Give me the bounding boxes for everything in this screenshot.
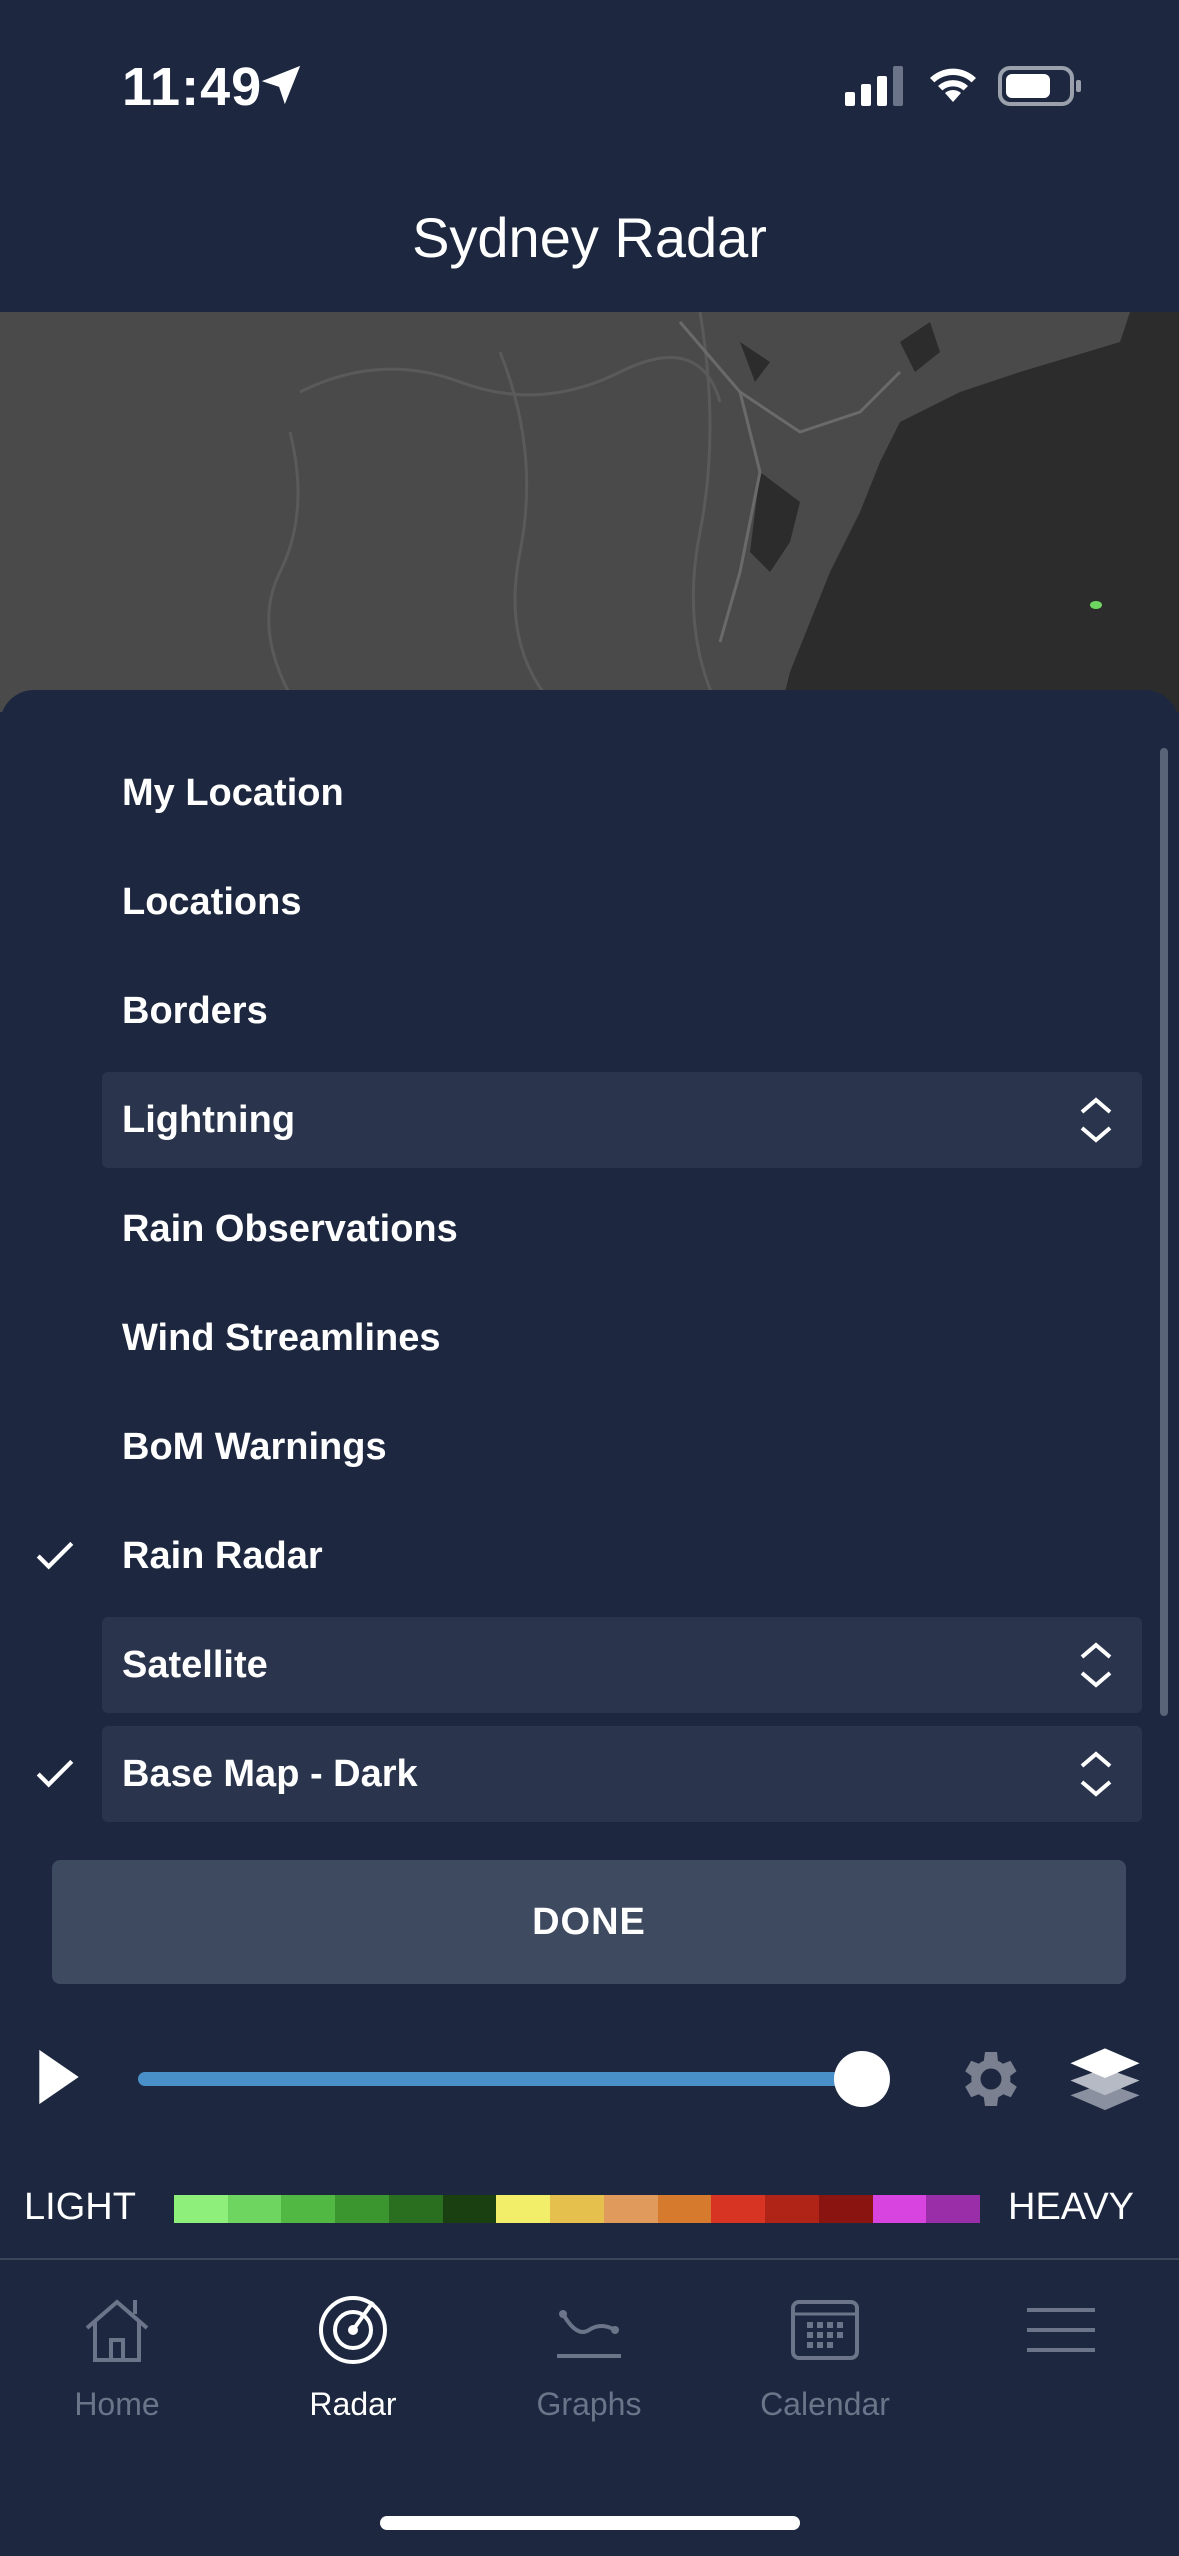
legend-swatch: [442, 2195, 497, 2223]
cellular-signal-icon: [845, 66, 903, 106]
chevron-up-down-icon[interactable]: [1076, 1639, 1116, 1691]
calendar-icon: [791, 2300, 859, 2360]
rain-intensity-scale: [174, 2195, 981, 2223]
layer-label: Rain Observations: [122, 1207, 458, 1250]
legend-swatch: [388, 2195, 443, 2223]
legend-swatch: [818, 2195, 873, 2223]
layer-my-location[interactable]: My Location: [102, 745, 1142, 841]
layer-label: Locations: [122, 880, 302, 923]
legend-heavy-label: HEAVY: [1008, 2186, 1135, 2228]
legend-swatch: [496, 2195, 551, 2223]
layer-rain-observations[interactable]: Rain Observations: [102, 1181, 1142, 1277]
layer-label: Rain Radar: [122, 1534, 323, 1577]
scroll-indicator[interactable]: [1160, 748, 1168, 1716]
legend-swatch: [872, 2195, 927, 2223]
layer-label: Wind Streamlines: [122, 1316, 441, 1359]
tab-label: Home: [74, 2386, 160, 2422]
layer-lightning[interactable]: Lightning: [102, 1072, 1142, 1168]
checkmark-icon: [36, 1541, 74, 1570]
checkmark-icon: [36, 1759, 74, 1788]
legend-swatch: [550, 2195, 604, 2223]
status-time: 11:49: [122, 57, 263, 117]
timeline-slider[interactable]: [138, 2072, 884, 2086]
layer-satellite[interactable]: Satellite: [102, 1617, 1142, 1713]
location-arrow-icon: [261, 65, 301, 105]
battery-icon: [998, 66, 1081, 106]
layer-wind-streamlines[interactable]: Wind Streamlines: [102, 1290, 1142, 1386]
map-graphic: [0, 312, 1179, 712]
legend-swatch: [174, 2195, 228, 2223]
layer-borders[interactable]: Borders: [102, 963, 1142, 1059]
legend-swatch: [281, 2195, 336, 2223]
legend-light-label: LIGHT: [24, 2186, 136, 2228]
wifi-icon: [930, 68, 976, 102]
timeline-fill: [138, 2072, 862, 2086]
home-icon: [85, 2299, 149, 2362]
layer-base-map[interactable]: Base Map - Dark: [102, 1726, 1142, 1822]
tab-home[interactable]: Home: [2, 2290, 232, 2440]
layer-label: Borders: [122, 989, 268, 1032]
tab-menu[interactable]: [946, 2290, 1176, 2440]
tab-radar[interactable]: Radar: [238, 2290, 468, 2440]
layer-label: Base Map - Dark: [122, 1752, 418, 1795]
done-button[interactable]: DONE: [52, 1860, 1126, 1984]
play-icon[interactable]: [34, 2045, 84, 2109]
radar-map[interactable]: [0, 312, 1179, 712]
legend-swatch: [657, 2195, 712, 2223]
layers-icon[interactable]: [1068, 2043, 1142, 2113]
legend-swatch: [711, 2195, 766, 2223]
tab-label: Calendar: [760, 2386, 890, 2422]
layer-rain-radar[interactable]: Rain Radar: [102, 1508, 1142, 1604]
layer-bom-warnings[interactable]: BoM Warnings: [102, 1399, 1142, 1495]
chevron-up-down-icon[interactable]: [1076, 1748, 1116, 1800]
legend-swatch: [227, 2195, 282, 2223]
radar-icon: [319, 2296, 387, 2364]
layer-locations[interactable]: Locations: [102, 854, 1142, 950]
timeline-thumb[interactable]: [833, 2051, 890, 2107]
legend-swatch: [926, 2195, 981, 2223]
layer-label: Lightning: [122, 1098, 296, 1141]
status-bar: 11:49: [0, 0, 1179, 170]
graph-icon: [557, 2310, 621, 2358]
tab-graphs[interactable]: Graphs: [474, 2290, 704, 2440]
layer-label: BoM Warnings: [122, 1425, 387, 1468]
divider: [0, 2258, 1179, 2260]
home-indicator: [380, 2516, 800, 2530]
menu-icon: [1027, 2308, 1095, 2352]
layer-label: Satellite: [122, 1643, 268, 1686]
gear-icon[interactable]: [952, 2043, 1024, 2115]
page-title: Sydney Radar: [412, 206, 767, 269]
tab-label: Graphs: [536, 2386, 642, 2422]
tab-calendar[interactable]: Calendar: [710, 2290, 940, 2440]
tab-label: Radar: [309, 2386, 397, 2422]
chevron-up-down-icon[interactable]: [1076, 1094, 1116, 1146]
legend-swatch: [603, 2195, 658, 2223]
legend-swatch: [765, 2195, 819, 2223]
layer-label: My Location: [122, 771, 344, 814]
legend-swatch: [335, 2195, 389, 2223]
